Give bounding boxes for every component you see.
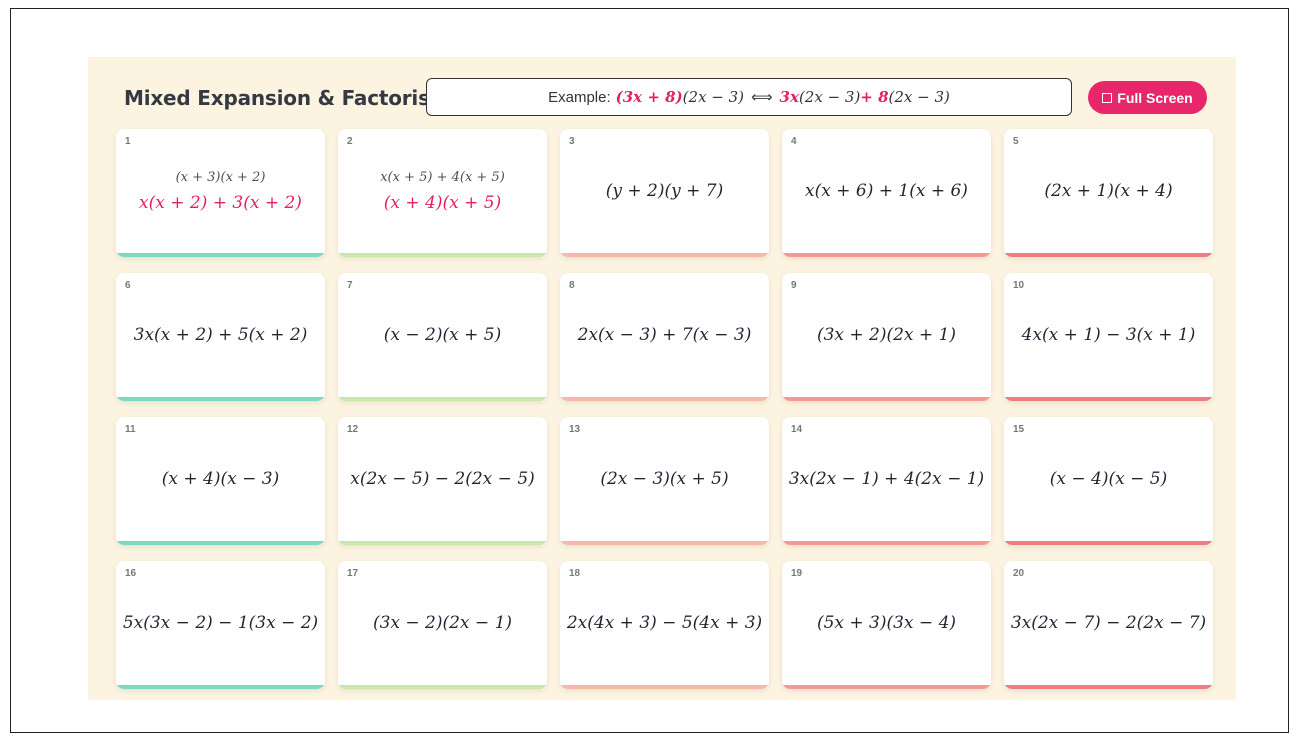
card-expression: (y + 2)(y + 7) [605, 181, 724, 201]
card-expression: (x + 4)(x − 3) [161, 469, 280, 489]
card-question: x(x + 5) + 4(x + 5) [380, 169, 505, 185]
question-card[interactable]: 1 (x + 3)(x + 2) x(x + 2) + 3(x + 2) [116, 129, 325, 257]
card-revealed-content: x(x + 5) + 4(x + 5) (x + 4)(x + 5) [338, 129, 547, 253]
example-right-rest-1: (2x − 3) [798, 88, 861, 106]
card-color-bar [782, 397, 991, 401]
card-color-bar [1004, 397, 1213, 401]
card-expression: (3x − 2)(2x − 1) [372, 613, 513, 633]
full-screen-label: Full Screen [1117, 89, 1193, 106]
card-color-bar [782, 253, 991, 257]
question-card[interactable]: 3 (y + 2)(y + 7) [560, 129, 769, 257]
card-expression: 4x(x + 1) − 3(x + 1) [1021, 325, 1196, 345]
question-card[interactable]: 5 (2x + 1)(x + 4) [1004, 129, 1213, 257]
card-color-bar [560, 397, 769, 401]
card-color-bar [1004, 253, 1213, 257]
card-color-bar [338, 541, 547, 545]
card-expression: 3x(2x − 7) − 2(2x − 7) [1010, 613, 1207, 633]
slide-frame: Mixed Expansion & Factorising Example: (… [10, 8, 1289, 733]
card-color-bar [560, 685, 769, 689]
card-expression: x(2x − 5) − 2(2x − 5) [350, 469, 535, 489]
question-card[interactable]: 14 3x(2x − 1) + 4(2x − 1) [782, 417, 991, 545]
card-expression: (2x − 3)(x + 5) [600, 469, 729, 489]
card-expression: (x − 4)(x − 5) [1049, 469, 1168, 489]
card-color-bar [560, 253, 769, 257]
question-card[interactable]: 11 (x + 4)(x − 3) [116, 417, 325, 545]
question-card[interactable]: 4 x(x + 6) + 1(x + 6) [782, 129, 991, 257]
card-answer: x(x + 2) + 3(x + 2) [139, 192, 302, 213]
question-card[interactable]: 20 3x(2x − 7) − 2(2x − 7) [1004, 561, 1213, 689]
card-color-bar [782, 685, 991, 689]
card-expression: (3x + 2)(2x + 1) [816, 325, 957, 345]
card-color-bar [782, 541, 991, 545]
card-expression: 2x(x − 3) + 7(x − 3) [577, 325, 752, 345]
question-card[interactable]: 7 (x − 2)(x + 5) [338, 273, 547, 401]
card-color-bar [1004, 541, 1213, 545]
full-screen-button[interactable]: Full Screen [1088, 81, 1207, 114]
example-left-highlight: (3x + 8) [615, 88, 683, 106]
example-right-highlight-2: + 8 [860, 88, 889, 106]
card-color-bar [338, 253, 547, 257]
page-title: Mixed Expansion & Factorising [124, 86, 465, 110]
card-expression: 3x(x + 2) + 5(x + 2) [133, 325, 308, 345]
question-grid: 1 (x + 3)(x + 2) x(x + 2) + 3(x + 2) 2 x(x +… [116, 129, 1213, 689]
activity-panel: Mixed Expansion & Factorising Example: (… [88, 57, 1236, 700]
card-color-bar [1004, 685, 1213, 689]
question-card[interactable]: 16 5x(3x − 2) − 1(3x − 2) [116, 561, 325, 689]
question-card[interactable]: 18 2x(4x + 3) − 5(4x + 3) [560, 561, 769, 689]
example-label: Example: [548, 88, 611, 106]
question-card[interactable]: 10 4x(x + 1) − 3(x + 1) [1004, 273, 1213, 401]
card-color-bar [116, 685, 325, 689]
question-card[interactable]: 17 (3x − 2)(2x − 1) [338, 561, 547, 689]
question-card[interactable]: 8 2x(x − 3) + 7(x − 3) [560, 273, 769, 401]
card-color-bar [116, 253, 325, 257]
question-card[interactable]: 19 (5x + 3)(3x − 4) [782, 561, 991, 689]
card-color-bar [560, 541, 769, 545]
question-card[interactable]: 12 x(2x − 5) − 2(2x − 5) [338, 417, 547, 545]
card-expression: 5x(3x − 2) − 1(3x − 2) [122, 613, 319, 633]
equivalence-arrow-icon: ⟺ [751, 88, 773, 106]
question-card[interactable]: 6 3x(x + 2) + 5(x + 2) [116, 273, 325, 401]
card-expression: (5x + 3)(3x − 4) [816, 613, 957, 633]
card-expression: 3x(2x − 1) + 4(2x − 1) [788, 469, 985, 489]
question-card[interactable]: 13 (2x − 3)(x + 5) [560, 417, 769, 545]
card-color-bar [116, 397, 325, 401]
card-expression: (2x + 1)(x + 4) [1044, 181, 1173, 201]
question-card[interactable]: 9 (3x + 2)(2x + 1) [782, 273, 991, 401]
card-color-bar [338, 685, 547, 689]
example-left-rest: (2x − 3) [682, 88, 745, 106]
card-expression: (x − 2)(x + 5) [383, 325, 502, 345]
card-color-bar [338, 397, 547, 401]
question-card[interactable]: 15 (x − 4)(x − 5) [1004, 417, 1213, 545]
card-revealed-content: (x + 3)(x + 2) x(x + 2) + 3(x + 2) [116, 129, 325, 253]
card-color-bar [116, 541, 325, 545]
card-question: (x + 3)(x + 2) [175, 169, 266, 185]
card-expression: x(x + 6) + 1(x + 6) [805, 181, 968, 201]
question-card[interactable]: 2 x(x + 5) + 4(x + 5) (x + 4)(x + 5) [338, 129, 547, 257]
card-expression: 2x(4x + 3) − 5(4x + 3) [566, 613, 763, 633]
example-right-rest-2: (2x − 3) [888, 88, 950, 106]
example-box: Example: (3x + 8) (2x − 3) ⟺ 3x (2x − 3)… [426, 78, 1072, 116]
fullscreen-icon [1102, 92, 1113, 103]
example-right-highlight-1: 3x [779, 88, 799, 106]
card-answer: (x + 4)(x + 5) [383, 192, 502, 213]
